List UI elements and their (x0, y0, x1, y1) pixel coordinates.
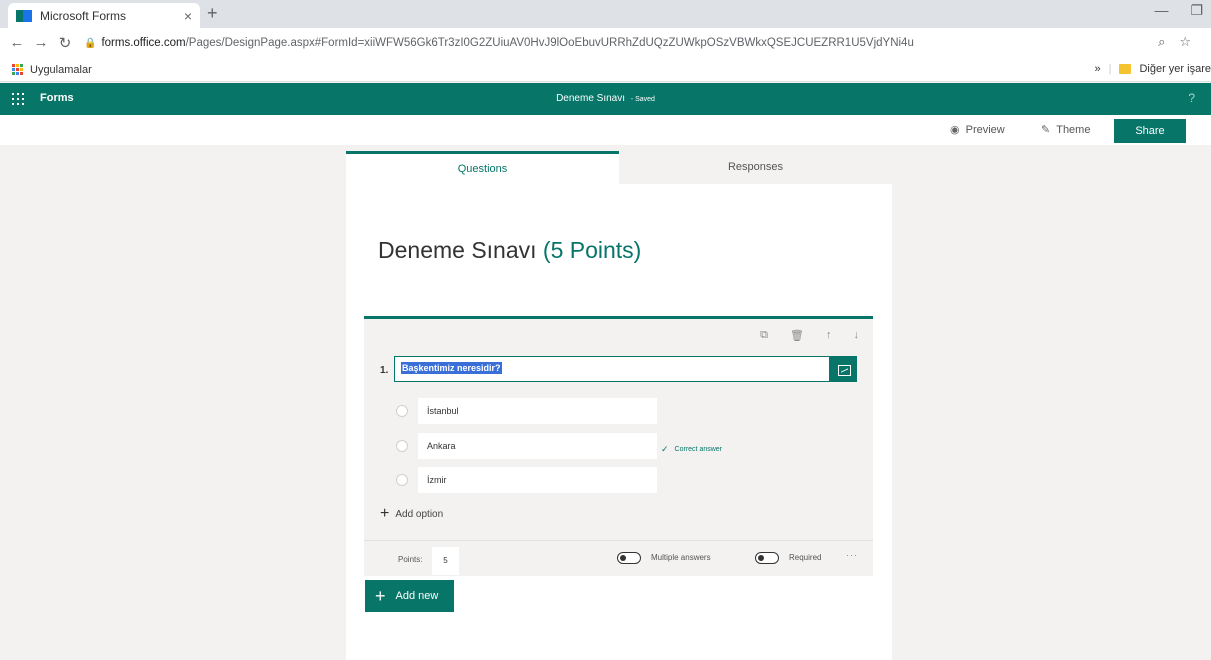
points-label: Points: (398, 555, 423, 564)
required-label: Required (789, 553, 822, 562)
arrow-right-icon[interactable]: → (30, 34, 52, 52)
trash-icon[interactable]: 🗑 (790, 329, 804, 342)
restore-icon[interactable]: ❐ (1190, 2, 1203, 19)
eye-icon: ◉ (950, 124, 960, 136)
tab-questions[interactable]: Questions (346, 151, 619, 184)
required-toggle[interactable] (755, 552, 779, 564)
forms-header: Forms Deneme Sınavı - Saved ? (0, 83, 1211, 115)
form-points: (5 Points) (542, 237, 642, 263)
add-new-button[interactable]: + Add new (365, 580, 454, 612)
question-text: Başkentimiz neresidir? (401, 362, 502, 374)
preview-button[interactable]: ◉ Preview (950, 123, 1005, 137)
folder-icon (1119, 64, 1132, 74)
question-text-input[interactable]: Başkentimiz neresidir? (394, 356, 830, 382)
insert-image-icon[interactable] (830, 356, 857, 382)
arrow-up-icon[interactable]: ↑ (826, 329, 832, 342)
question-card: ⧉ 🗑 ↑ ↓ 1. Başkentimiz neresidir? İstanb… (364, 316, 873, 576)
browser-tabstrip: Microsoft Forms × + — ❐ (0, 0, 1211, 28)
multiple-answers-toggle[interactable] (617, 552, 641, 564)
apps-grid-icon (12, 63, 24, 76)
form-title-text: Deneme Sınavı (378, 237, 537, 263)
option-input[interactable]: İzmir (418, 467, 657, 493)
more-options-icon[interactable]: ··· (846, 550, 858, 560)
window-controls: — ❐ (1154, 2, 1203, 19)
lock-icon: 🔒 (84, 37, 97, 49)
forms-favicon-icon (16, 9, 32, 22)
correct-answer-label: Correct answer (674, 446, 723, 453)
copy-icon[interactable]: ⧉ (760, 329, 768, 342)
divider: | (1108, 63, 1112, 75)
multiple-answers-label: Multiple answers (651, 553, 711, 562)
url-domain: forms.office.com (101, 37, 186, 49)
question-footer: Points: 5 Multiple answers Required ··· (364, 540, 873, 576)
saved-status: - Saved (630, 96, 655, 103)
add-option-button[interactable]: + Add option (380, 505, 443, 523)
tab-title: Microsoft Forms (40, 8, 127, 23)
form-tabs: Questions Responses (346, 151, 892, 184)
nav-buttons: ← → ↻ (6, 34, 76, 52)
add-option-label: Add option (395, 508, 444, 520)
address-actions: ⌕ ☆ (1158, 34, 1191, 50)
check-icon: ✓ (661, 444, 669, 454)
points-input[interactable]: 5 (432, 547, 459, 575)
browser-tab[interactable]: Microsoft Forms × (8, 3, 200, 28)
theme-button[interactable]: ✎ Theme (1041, 123, 1091, 137)
star-icon[interactable]: ☆ (1179, 34, 1191, 50)
minimize-icon[interactable]: — (1154, 2, 1168, 19)
plus-icon: + (380, 505, 390, 522)
option-row: Ankara (396, 433, 671, 459)
doc-title-text: Deneme Sınavı (556, 93, 626, 104)
document-title: Deneme Sınavı - Saved (0, 93, 1211, 104)
new-tab-button[interactable]: + (207, 3, 218, 24)
add-new-label: Add new (395, 590, 439, 602)
url-path: /Pages/DesignPage.aspx#FormId=xiiWFW56Gk… (185, 37, 914, 49)
bookmarks-right: » | Diğer yer işare (1094, 63, 1211, 75)
palette-icon: ✎ (1041, 124, 1051, 136)
arrow-left-icon[interactable]: ← (6, 34, 28, 52)
reload-icon[interactable]: ↻ (54, 34, 76, 52)
address-bar: ← → ↻ 🔒 forms.office.com /Pages/DesignPa… (0, 28, 1211, 58)
option-row: İstanbul (396, 398, 671, 424)
option-input[interactable]: Ankara (418, 433, 657, 459)
bookmarks-overflow-button[interactable]: » (1094, 63, 1100, 75)
arrow-down-icon[interactable]: ↓ (854, 329, 860, 342)
bookmarks-bar: Uygulamalar » | Diğer yer işare (0, 58, 1211, 82)
forms-toolbar: ◉ Preview ✎ Theme Share (0, 115, 1211, 145)
other-bookmarks-link[interactable]: Diğer yer işare (1139, 63, 1211, 75)
correct-answer-marker[interactable]: ✓ Correct answer (661, 444, 722, 455)
share-button[interactable]: Share (1114, 119, 1186, 143)
radio-icon[interactable] (396, 474, 408, 486)
form-title[interactable]: Deneme Sınavı (5 Points) (378, 237, 641, 264)
tab-close-button[interactable]: × (184, 8, 192, 24)
plus-icon: + (375, 585, 386, 606)
question-number: 1. (380, 365, 389, 376)
apps-bookmark[interactable]: Uygulamalar (30, 64, 92, 76)
preview-label: Preview (965, 123, 1005, 136)
option-row: İzmir (396, 467, 671, 493)
tab-responses[interactable]: Responses (619, 151, 892, 184)
zoom-icon[interactable]: ⌕ (1158, 34, 1165, 50)
url-field[interactable]: 🔒 forms.office.com /Pages/DesignPage.asp… (84, 37, 914, 49)
help-icon[interactable]: ? (1188, 91, 1195, 105)
radio-icon[interactable] (396, 405, 408, 417)
theme-label: Theme (1056, 123, 1091, 136)
option-input[interactable]: İstanbul (418, 398, 657, 424)
question-actions: ⧉ 🗑 ↑ ↓ (760, 329, 859, 342)
radio-icon[interactable] (396, 440, 408, 452)
